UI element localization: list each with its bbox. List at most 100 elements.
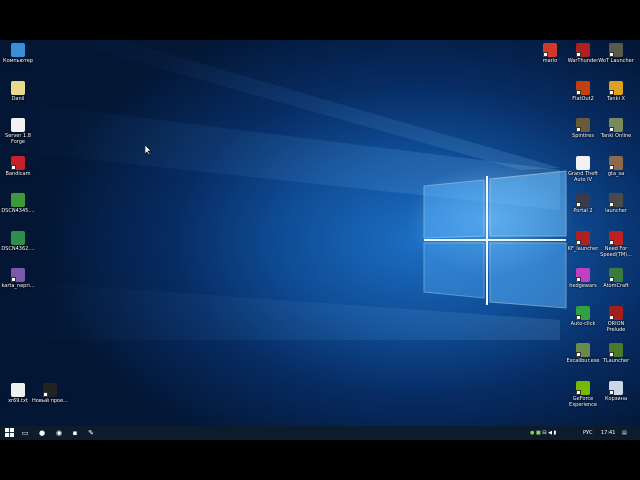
desktop-icon-label: Server 1.8 Forge [5, 133, 31, 145]
desktop-icon-label: gta_sa [607, 170, 625, 177]
desktop-icon-label: Компьютер [3, 58, 33, 64]
desktop-icon-label: Корзина [604, 395, 628, 402]
mario-icon [543, 43, 557, 57]
map-image-icon [11, 268, 25, 282]
wot-icon [609, 43, 623, 57]
flatout-icon [576, 80, 590, 95]
windows-logo-wallpaper [0, 40, 567, 340]
desktop-icon[interactable]: Excalibur.exe [565, 343, 601, 364]
desktop-icon[interactable]: mario [532, 43, 568, 64]
project-icon [43, 383, 57, 397]
desktop-icon[interactable]: FlatOut2 [565, 80, 601, 102]
portal-icon [576, 193, 590, 207]
obs-icon[interactable]: ● [35, 426, 49, 440]
cursor-icon [576, 305, 590, 320]
kf-launcher-icon [576, 230, 590, 245]
bandicam-icon [11, 155, 25, 170]
desktop-icon-label: WarThunder [567, 58, 599, 64]
desktop-icon[interactable]: Auto-click [565, 305, 601, 327]
notifications-icon[interactable]: ▤ [622, 426, 632, 440]
desktop-icon[interactable]: Новый прое... [32, 383, 68, 404]
desktop-icon[interactable]: ORION Prelude [598, 305, 634, 333]
desktop-icon-label: Tanki X [607, 95, 625, 102]
desktop-icon-label: WoT Launcher [598, 58, 634, 64]
desktop-icon-label: KF_launcher [567, 245, 599, 252]
desktop-icon[interactable]: TLauncher [598, 343, 634, 364]
tray-app-icon[interactable]: ■ [536, 430, 541, 436]
screen: Компьютер Danil Server 1.8 Forge Bandicam DS… [0, 0, 640, 480]
desktop-icon-label: Portal 2 [573, 208, 593, 214]
app-icon[interactable]: ▪ [68, 426, 82, 440]
desktop-icon-label: Need For Speed(TM)... [600, 245, 632, 258]
geforce-icon [576, 380, 590, 395]
volume-icon[interactable]: ◀ [548, 430, 552, 436]
desktop-icon-label: hedgewars [569, 283, 597, 289]
image-file-icon [11, 193, 25, 207]
desktop-icon[interactable]: Portal 2 [565, 193, 601, 214]
desktop-icon-label: TLauncher [602, 358, 630, 364]
desktop-icon[interactable]: Компьютер [0, 43, 36, 64]
desktop-icon[interactable]: Server 1.8 Forge [0, 118, 36, 145]
desktop[interactable]: Компьютер Danil Server 1.8 Forge Bandicam DS… [0, 40, 640, 426]
desktop-icon-label: Bandicam [5, 170, 31, 177]
taskbar: ▭ ● ◉ ▪ ✎ ● ■ ⊟ ◀ ▮ РУС 17:41 ▤ [0, 426, 640, 440]
nfs-icon [609, 230, 623, 245]
desktop-icon-label: DSCN4362.... [1, 245, 35, 252]
tanki-online-icon [609, 118, 623, 132]
desktop-icon-label: launcher [605, 208, 627, 214]
launcher-icon [609, 193, 623, 207]
desktop-icon[interactable]: launcher [598, 193, 634, 214]
desktop-icon-label: Grand Theft Auto IV [568, 170, 598, 183]
desktop-icon[interactable]: KF_launcher [565, 230, 601, 252]
desktop-icon-label: mario [542, 58, 558, 64]
system-tray-icons[interactable]: ● ■ ⊟ ◀ ▮ [530, 426, 580, 440]
desktop-icon[interactable]: WoT Launcher [598, 43, 634, 64]
tlauncher-icon [609, 343, 623, 357]
desktop-icon[interactable]: Spintires [565, 118, 601, 139]
desktop-icon[interactable]: hedgewars [565, 268, 601, 289]
pen-icon[interactable]: ✎ [84, 426, 98, 440]
desktop-icon[interactable]: Grand Theft Auto IV [565, 155, 601, 183]
desktop-icon[interactable]: DSCN4362.... [0, 230, 36, 252]
desktop-icon[interactable]: gta_sa [598, 155, 634, 177]
desktop-icon[interactable]: Need For Speed(TM)... [598, 230, 634, 258]
task-view-icon[interactable]: ▭ [18, 426, 32, 440]
image-file-icon [11, 230, 25, 245]
desktop-icon[interactable]: Tanki Online [598, 118, 634, 139]
text-file-icon [11, 383, 25, 397]
desktop-icon[interactable]: Danil [0, 80, 36, 102]
computer-icon [11, 43, 25, 57]
desktop-icon-label: Новый прое... [32, 398, 68, 404]
chrome-icon[interactable]: ◉ [52, 426, 66, 440]
network-icon[interactable]: ⊟ [542, 430, 546, 436]
desktop-icon-label: Excalibur.exe [566, 358, 600, 364]
language-indicator[interactable]: РУС [583, 426, 599, 440]
battery-icon[interactable]: ▮ [554, 430, 557, 436]
desktop-icon-label: Danil [11, 95, 25, 102]
windows-start-icon[interactable] [2, 426, 16, 440]
tray-app-icon[interactable]: ● [530, 430, 534, 436]
desktop-icon[interactable]: Tanki X [598, 80, 634, 102]
tanki-x-icon [609, 80, 623, 95]
clock[interactable]: 17:41 [601, 426, 617, 440]
orion-icon [609, 305, 623, 320]
desktop-icon-label: karta_nepri... [1, 283, 35, 289]
desktop-icon[interactable]: GeForce Experience [565, 380, 601, 408]
desktop-icon-label: FlatOut2 [572, 95, 594, 102]
desktop-icon-label: ORION Prelude [606, 320, 626, 333]
desktop-icon[interactable]: DSCN4345.... [0, 193, 36, 214]
desktop-icon[interactable]: WarThunder [565, 43, 601, 64]
desktop-icon[interactable]: karta_nepri... [0, 268, 36, 289]
file-icon [11, 118, 25, 132]
atomcraft-icon [609, 268, 623, 282]
letterbox-bar [0, 440, 640, 480]
desktop-icon[interactable]: xr69.txt [0, 383, 36, 404]
desktop-icon[interactable]: AtomCraft [598, 268, 634, 289]
desktop-icon-label: Auto-click [570, 320, 596, 327]
desktop-icon-label: xr69.txt [8, 398, 28, 404]
gta-file-icon [576, 155, 590, 170]
gta-sa-icon [609, 155, 623, 170]
desktop-icon[interactable]: Bandicam [0, 155, 36, 177]
desktop-icon[interactable]: Корзина [598, 380, 634, 402]
spintires-icon [576, 118, 590, 132]
